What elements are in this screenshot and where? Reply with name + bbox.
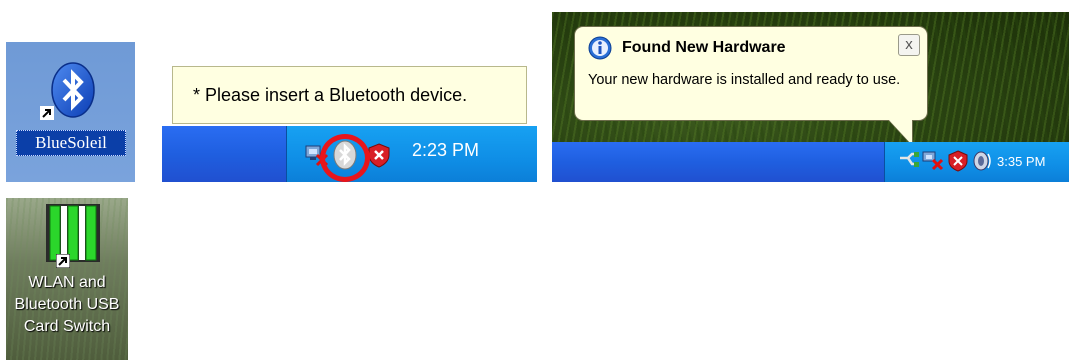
card-switch-desktop-panel: WLAN and Bluetooth USB Card Switch (6, 198, 128, 360)
highlight-circle (320, 134, 370, 182)
label-line: WLAN and (28, 274, 106, 291)
info-icon (588, 36, 612, 60)
bluetooth-icon[interactable] (50, 62, 96, 118)
found-hardware-panel: Found New Hardware x Your new hardware i… (552, 12, 1069, 182)
card-switch-icon[interactable] (46, 204, 100, 262)
bluesoleil-desktop-panel: BlueSoleil (6, 42, 135, 182)
label-line: Bluetooth USB (14, 296, 120, 313)
balloon-title: Found New Hardware (622, 39, 786, 56)
tray-clock[interactable]: 3:35 PM (997, 154, 1045, 169)
network-disconnected-icon[interactable] (922, 149, 944, 176)
volume-icon[interactable] (972, 150, 992, 177)
balloon-message: Your new hardware is installed and ready… (588, 72, 901, 88)
insert-device-balloon[interactable]: * Please insert a Bluetooth device. (172, 66, 527, 124)
bluetooth-tray-panel: * Please insert a Bluetooth device. 2:23… (162, 56, 537, 182)
tray-clock[interactable]: 2:23 PM (412, 140, 479, 161)
card-switch-label[interactable]: WLAN and Bluetooth USB Card Switch (6, 272, 128, 338)
shortcut-arrow-icon (40, 106, 54, 120)
close-button[interactable]: x (898, 34, 920, 56)
shortcut-arrow-icon (55, 253, 71, 269)
balloon-message: * Please insert a Bluetooth device. (193, 84, 468, 105)
bluesoleil-label[interactable]: BlueSoleil (16, 130, 126, 156)
label-line: Card Switch (23, 318, 111, 335)
security-shield-icon[interactable] (948, 150, 968, 177)
safely-remove-hardware-icon[interactable] (898, 150, 920, 177)
security-shield-icon[interactable] (367, 142, 391, 173)
